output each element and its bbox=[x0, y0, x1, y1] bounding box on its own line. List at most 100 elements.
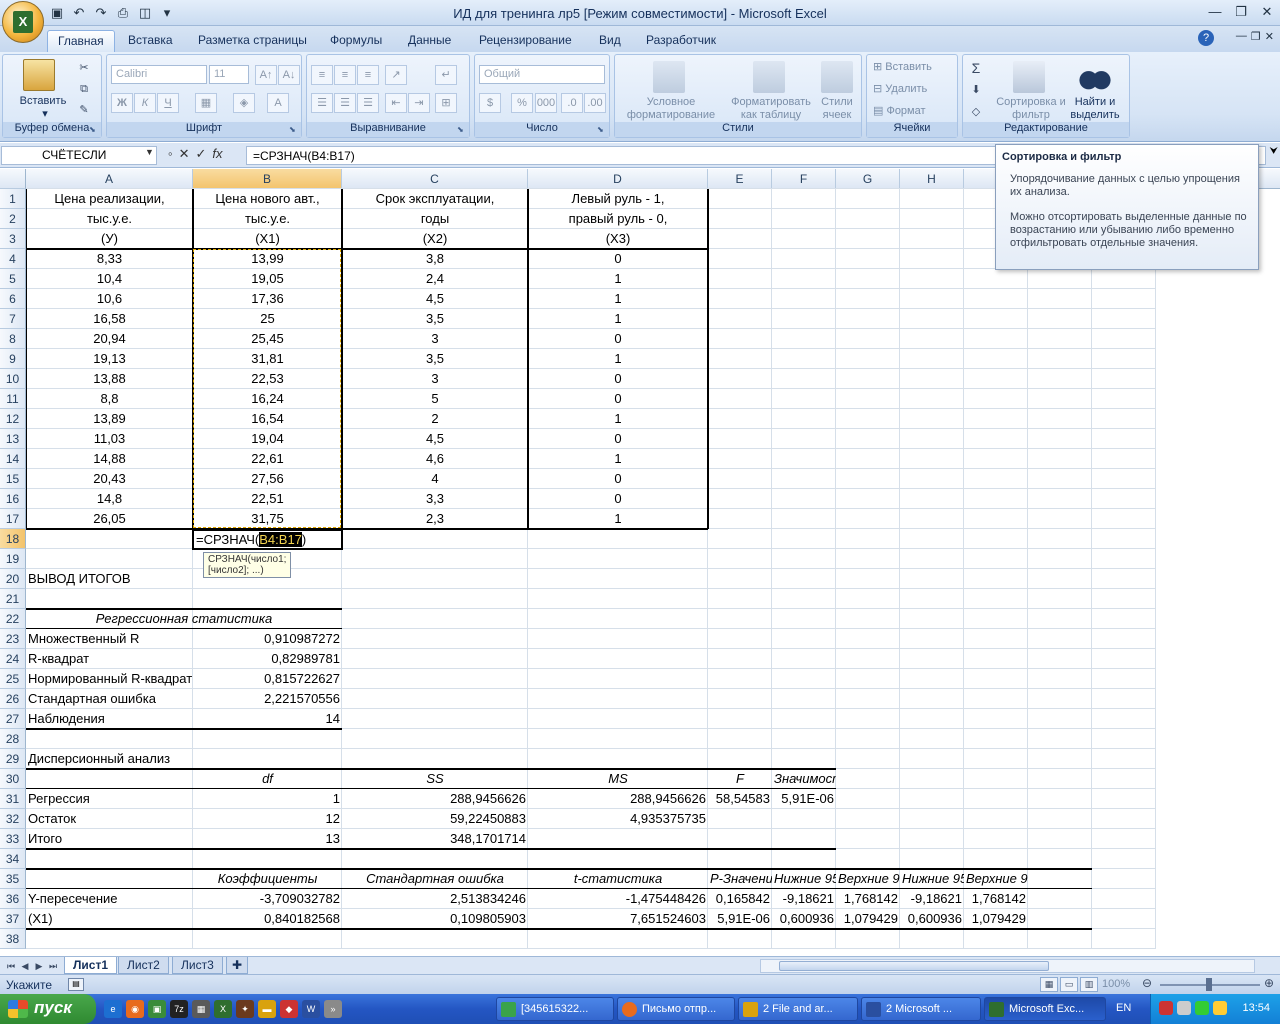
coef-value[interactable]: -9,18621 bbox=[900, 889, 964, 909]
italic-icon[interactable]: К bbox=[134, 93, 156, 113]
row-header-7[interactable]: 7 bbox=[0, 309, 26, 329]
coef-header[interactable]: Верхние 95,0% bbox=[964, 869, 1028, 889]
row-header-1[interactable]: 1 bbox=[0, 189, 26, 209]
cells-insert-button[interactable]: ⊞ Вставить bbox=[873, 61, 953, 74]
zoom-slider-thumb[interactable] bbox=[1206, 978, 1212, 991]
insert-function-icon[interactable]: fx bbox=[212, 146, 222, 162]
percent-icon[interactable]: % bbox=[511, 93, 533, 113]
anova-header[interactable]: Значимость F bbox=[772, 769, 836, 789]
data-cell[interactable]: 3 bbox=[342, 369, 528, 389]
stat-value[interactable]: 0,815722627 bbox=[193, 669, 342, 689]
tab-insert[interactable]: Вставка bbox=[118, 30, 183, 52]
row-header-5[interactable]: 5 bbox=[0, 269, 26, 289]
zoom-in-icon[interactable]: ⊕ bbox=[1264, 976, 1274, 990]
more-quick-icon[interactable]: » bbox=[324, 1000, 342, 1018]
stat-value[interactable]: 0,82989781 bbox=[193, 649, 342, 669]
coef-value[interactable]: 7,651524603 bbox=[528, 909, 708, 929]
tray-icon-2[interactable] bbox=[1177, 1001, 1191, 1015]
tab-view[interactable]: Вид bbox=[589, 30, 631, 52]
increase-decimal-icon[interactable]: .0 bbox=[561, 93, 583, 113]
row-header-16[interactable]: 16 bbox=[0, 489, 26, 509]
stat-label[interactable]: Наблюдения bbox=[26, 709, 193, 729]
anova-value[interactable]: 288,9456626 bbox=[528, 789, 708, 809]
font-name-box[interactable]: Calibri bbox=[111, 65, 207, 84]
header-cell[interactable]: (У) bbox=[26, 229, 193, 249]
data-cell[interactable]: 0 bbox=[528, 429, 708, 449]
data-cell[interactable]: 0 bbox=[528, 469, 708, 489]
coef-value[interactable]: 0,840182568 bbox=[193, 909, 342, 929]
tab-formulas[interactable]: Формулы bbox=[320, 30, 392, 52]
data-cell[interactable]: 0 bbox=[528, 369, 708, 389]
cells-delete-button[interactable]: ⊟ Удалить bbox=[873, 83, 953, 96]
row-header-23[interactable]: 23 bbox=[0, 629, 26, 649]
row-header-15[interactable]: 15 bbox=[0, 469, 26, 489]
restore-icon[interactable]: ❐ bbox=[1228, 2, 1254, 22]
coef-header[interactable]: Верхние 95% bbox=[836, 869, 900, 889]
data-cell[interactable]: 0 bbox=[528, 489, 708, 509]
column-header-d[interactable]: D bbox=[528, 169, 708, 189]
coef-header[interactable]: Коэффициенты bbox=[193, 869, 342, 889]
row-header-27[interactable]: 27 bbox=[0, 709, 26, 729]
align-center-icon[interactable]: ☰ bbox=[334, 93, 356, 113]
data-cell[interactable]: 4,5 bbox=[342, 429, 528, 449]
alignment-launcher-icon[interactable]: ⬊ bbox=[457, 125, 467, 135]
tab-home[interactable]: Главная bbox=[47, 30, 115, 52]
row-header-38[interactable]: 38 bbox=[0, 929, 26, 949]
sort-filter-icon[interactable] bbox=[1013, 61, 1045, 93]
media-icon[interactable]: ◆ bbox=[280, 1000, 298, 1018]
row-header-18[interactable]: 18 bbox=[0, 529, 26, 549]
tab-review[interactable]: Рецензирование bbox=[469, 30, 582, 52]
header-cell[interactable]: (Х1) bbox=[193, 229, 342, 249]
anova-value[interactable] bbox=[528, 829, 708, 849]
row-header-28[interactable]: 28 bbox=[0, 729, 26, 749]
header-cell[interactable]: (Х3) bbox=[528, 229, 708, 249]
row-header-31[interactable]: 31 bbox=[0, 789, 26, 809]
prev-sheet-icon[interactable]: ◀ bbox=[18, 959, 32, 973]
anova-header[interactable]: MS bbox=[528, 769, 708, 789]
paste-icon[interactable] bbox=[23, 59, 55, 91]
data-cell[interactable]: 0 bbox=[528, 389, 708, 409]
language-indicator[interactable]: EN bbox=[1116, 1002, 1131, 1014]
data-cell[interactable]: 0 bbox=[528, 329, 708, 349]
data-cell[interactable]: 4 bbox=[342, 469, 528, 489]
excel-quick-icon[interactable]: X bbox=[214, 1000, 232, 1018]
conditional-format-button[interactable]: Условное форматирование bbox=[617, 96, 725, 122]
expand-formula-icon[interactable]: ⮟ bbox=[1270, 146, 1279, 157]
align-middle-icon[interactable]: ≡ bbox=[334, 65, 356, 85]
scroll-thumb[interactable] bbox=[779, 961, 1049, 971]
horizontal-scrollbar[interactable] bbox=[760, 959, 1255, 973]
format-as-table-button[interactable]: Форматировать как таблицу bbox=[723, 96, 819, 122]
app-icon[interactable]: ▦ bbox=[192, 1000, 210, 1018]
data-cell[interactable]: 0 bbox=[528, 249, 708, 269]
task-button-1[interactable]: [345615322... bbox=[496, 997, 614, 1021]
coef-value[interactable]: 1,768142 bbox=[836, 889, 900, 909]
column-header-c[interactable]: C bbox=[342, 169, 528, 189]
stat-value[interactable]: 0,910987272 bbox=[193, 629, 342, 649]
zoom-level[interactable]: 100% bbox=[1102, 978, 1130, 990]
help-icon[interactable]: ? bbox=[1198, 30, 1214, 46]
coef-label[interactable]: Y-пересечение bbox=[26, 889, 193, 909]
summary-title[interactable]: ВЫВОД ИТОГОВ bbox=[26, 569, 342, 589]
next-sheet-icon[interactable]: ▶ bbox=[32, 959, 46, 973]
anova-label[interactable]: Регрессия bbox=[26, 789, 193, 809]
row-header-10[interactable]: 10 bbox=[0, 369, 26, 389]
row-header-4[interactable]: 4 bbox=[0, 249, 26, 269]
coef-value[interactable]: -1,475448426 bbox=[528, 889, 708, 909]
anova-value[interactable] bbox=[708, 809, 772, 829]
data-cell[interactable]: 20,94 bbox=[26, 329, 193, 349]
tray-icon-3[interactable] bbox=[1195, 1001, 1209, 1015]
data-cell[interactable]: 3 bbox=[342, 329, 528, 349]
header-cell[interactable]: правый руль - 0, bbox=[528, 209, 708, 229]
align-right-icon[interactable]: ☰ bbox=[357, 93, 379, 113]
coef-label[interactable]: (Х1) bbox=[26, 909, 193, 929]
data-cell[interactable]: 1 bbox=[528, 289, 708, 309]
underline-icon[interactable]: Ч bbox=[157, 93, 179, 113]
anova-title[interactable]: Дисперсионный анализ bbox=[26, 749, 342, 769]
data-cell[interactable]: 2,4 bbox=[342, 269, 528, 289]
row-header-21[interactable]: 21 bbox=[0, 589, 26, 609]
stat-label[interactable]: Стандартная ошибка bbox=[26, 689, 193, 709]
row-header-3[interactable]: 3 bbox=[0, 229, 26, 249]
ie-icon[interactable]: e bbox=[104, 1000, 122, 1018]
data-cell[interactable]: 8,8 bbox=[26, 389, 193, 409]
copy-icon[interactable]: ⧉ bbox=[73, 80, 95, 100]
